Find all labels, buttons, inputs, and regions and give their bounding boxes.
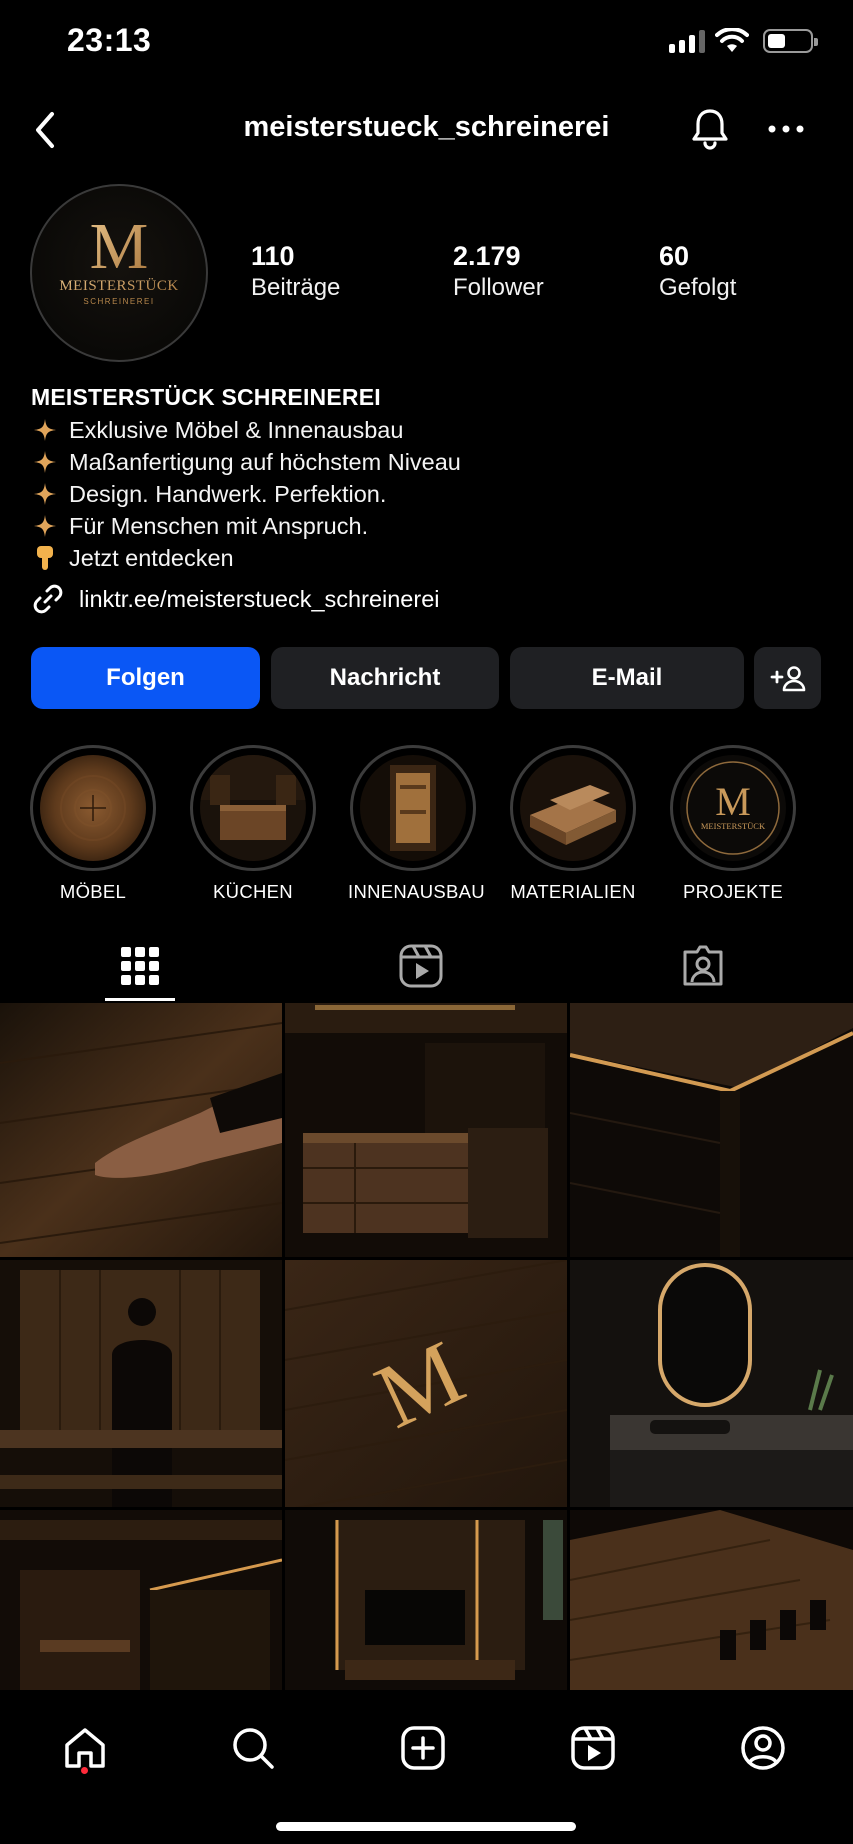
highlight-image [520, 755, 626, 861]
home-icon [65, 1728, 105, 1768]
profile-bio: MEISTERSTÜCK SCHREINEREI Exklusive Möbel… [31, 380, 821, 616]
tab-tagged[interactable] [643, 930, 763, 1002]
bio-line: Design. Handwerk. Perfektion. [31, 478, 821, 510]
post-thumbnail[interactable] [0, 1260, 282, 1507]
avatar-monogram: M [90, 210, 149, 283]
post-thumbnail[interactable] [0, 1510, 282, 1690]
home-indicator[interactable] [276, 1822, 576, 1831]
bio-line-text: Für Menschen mit Anspruch. [69, 513, 369, 539]
highlight-projekte[interactable]: M MEISTERSTÜCK PROJEKTE [668, 745, 798, 903]
bell-icon [692, 109, 728, 150]
add-person-icon [770, 666, 805, 692]
status-icons [669, 28, 818, 54]
stat-following-label: Gefolgt [659, 274, 737, 301]
story-highlights: MÖBEL KÜCHEN INNENAUSBAU MATERIALIEN M M… [0, 745, 853, 905]
reels-icon [399, 944, 443, 988]
stat-posts-value: 110 [251, 241, 295, 271]
brand-logo: M MEISTERSTÜCK SCHREINEREI [59, 210, 178, 306]
tab-reels[interactable] [361, 930, 481, 1002]
highlight-label: MATERIALIEN [510, 881, 636, 902]
nav-create[interactable] [393, 1718, 453, 1778]
nav-reels[interactable] [563, 1718, 623, 1778]
profile-actions: Folgen Nachricht E-Mail [31, 647, 821, 709]
bio-line-text: Jetzt entdecken [69, 545, 234, 571]
nav-profile[interactable] [733, 1718, 793, 1778]
highlight-label: MÖBEL [59, 881, 127, 902]
post-thumbnail[interactable] [285, 1003, 567, 1257]
highlight-innenausbau[interactable]: INNENAUSBAU [348, 745, 485, 903]
profile-icon [741, 1726, 785, 1770]
post-thumbnail[interactable] [285, 1510, 567, 1690]
more-options-button[interactable] [762, 105, 810, 153]
highlight-image: M MEISTERSTÜCK [680, 755, 786, 861]
posts-grid: M [0, 1003, 853, 1690]
highlight-image [200, 755, 306, 861]
reels-icon [571, 1726, 615, 1770]
create-post-icon [401, 1726, 445, 1770]
bio-line-text: Maßanfertigung auf höchstem Niveau [69, 449, 461, 475]
highlight-materialien[interactable]: MATERIALIEN [508, 745, 638, 903]
link-icon [33, 584, 63, 614]
post-thumbnail[interactable] [570, 1003, 853, 1257]
stat-followers-value: 2.179 [453, 241, 521, 271]
stat-following[interactable]: 60 Gefolgt [659, 240, 736, 304]
highlight-moebel[interactable]: MÖBEL [28, 745, 158, 903]
highlight-label: KÜCHEN [213, 881, 293, 902]
status-time: 23:13 [67, 22, 152, 58]
highlight-brand: MEISTERSTÜCK [701, 821, 766, 831]
sparkle-icon [31, 450, 59, 474]
highlight-image [360, 755, 466, 861]
post-thumbnail[interactable] [570, 1260, 853, 1507]
bio-line: Maßanfertigung auf höchstem Niveau [31, 446, 821, 478]
pointing-down-icon [31, 544, 59, 572]
highlight-image [40, 755, 146, 861]
bio-name: MEISTERSTÜCK SCHREINEREI [31, 384, 381, 410]
bottom-navigation [0, 1690, 853, 1844]
message-button[interactable]: Nachricht [271, 647, 499, 709]
tagged-icon [683, 945, 723, 986]
notifications-button[interactable] [686, 105, 734, 153]
active-tab-indicator [105, 998, 175, 1001]
profile-avatar[interactable]: M MEISTERSTÜCK SCHREINEREI [30, 184, 208, 362]
bio-line-text: Exklusive Möbel & Innenausbau [69, 417, 404, 443]
sparkle-icon [31, 418, 59, 442]
stat-following-value: 60 [659, 241, 690, 271]
stat-posts-label: Beiträge [251, 274, 341, 301]
wifi-icon [715, 28, 749, 52]
avatar-subtitle: SCHREINEREI [83, 297, 154, 306]
bio-line: Exklusive Möbel & Innenausbau [31, 414, 821, 446]
post-thumbnail[interactable]: M [285, 1260, 567, 1507]
status-bar: 23:13 [0, 0, 853, 90]
posts-grid-icon [121, 947, 159, 985]
bio-line: Für Menschen mit Anspruch. [31, 510, 821, 542]
highlight-label: INNENAUSBAU [348, 881, 485, 902]
post-thumbnail[interactable] [0, 1003, 282, 1257]
bio-line-text: Design. Handwerk. Perfektion. [69, 481, 387, 507]
stat-posts[interactable]: 110 Beiträge [251, 240, 340, 304]
profile-tabs [0, 930, 853, 1002]
email-button[interactable]: E-Mail [510, 647, 744, 709]
sparkle-icon [31, 482, 59, 506]
bio-line: Jetzt entdecken [31, 542, 821, 574]
follow-button[interactable]: Folgen [31, 647, 260, 709]
sparkle-icon [31, 514, 59, 538]
bio-link-text: linktr.ee/meisterstueck_schreinerei [79, 586, 440, 612]
tab-posts[interactable] [80, 930, 200, 1002]
highlight-kuechen[interactable]: KÜCHEN [188, 745, 318, 903]
highlight-label: PROJEKTE [682, 881, 784, 902]
post-thumbnail[interactable] [570, 1510, 853, 1690]
profile-header: meisterstueck_schreinerei [0, 95, 853, 165]
suggest-people-button[interactable] [754, 647, 821, 709]
stat-followers-label: Follower [453, 274, 544, 301]
nav-search[interactable] [223, 1718, 283, 1778]
bio-link[interactable]: linktr.ee/meisterstueck_schreinerei [31, 582, 821, 616]
avatar-brand: MEISTERSTÜCK [59, 277, 178, 294]
highlight-monogram: M [715, 779, 751, 824]
stat-followers[interactable]: 2.179 Follower [453, 240, 544, 304]
search-icon [233, 1728, 274, 1769]
notification-dot [81, 1767, 88, 1774]
battery-icon [763, 29, 818, 53]
more-icon [768, 125, 804, 133]
cellular-signal-icon [669, 29, 705, 53]
